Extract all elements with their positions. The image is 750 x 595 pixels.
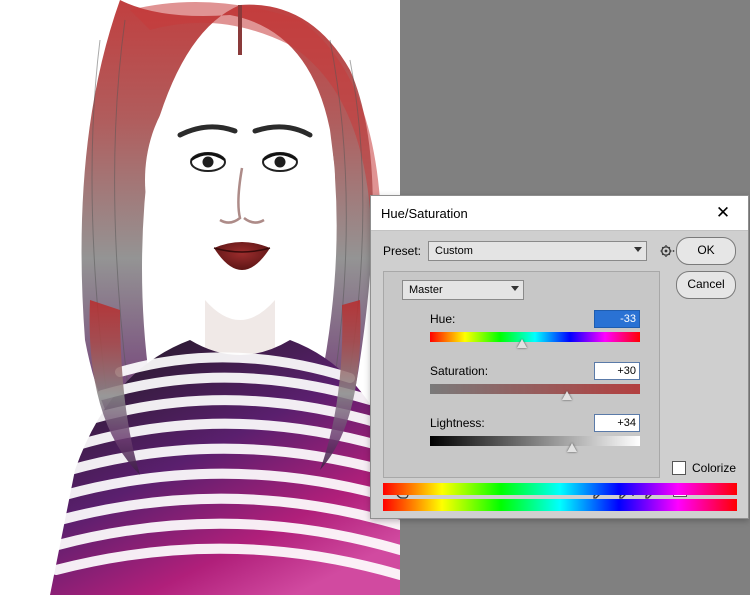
adjustment-panel: Master Hue: -33 Saturation: +30 Lightnes: [383, 271, 660, 478]
close-icon[interactable]: ✕: [708, 198, 738, 228]
colorize-checkbox[interactable]: [672, 461, 686, 475]
chevron-down-icon: [634, 247, 642, 252]
color-spectrum-strips: [383, 479, 737, 511]
dialog-title: Hue/Saturation: [381, 206, 708, 221]
dialog-titlebar[interactable]: Hue/Saturation ✕: [371, 196, 748, 231]
preset-label: Preset:: [383, 244, 428, 258]
spectrum-input[interactable]: [383, 483, 737, 495]
hue-saturation-dialog: Hue/Saturation ✕ Preset: Custom OK Cance…: [370, 195, 749, 519]
channel-select[interactable]: Master: [402, 280, 524, 300]
colorize-label: Colorize: [692, 461, 736, 475]
saturation-label: Saturation:: [430, 364, 488, 378]
lightness-label: Lightness:: [430, 416, 485, 430]
ok-button[interactable]: OK: [676, 237, 736, 265]
saturation-slider-track[interactable]: [430, 384, 640, 394]
spectrum-output[interactable]: [383, 499, 737, 511]
channel-value: Master: [409, 284, 443, 296]
preset-value: Custom: [435, 245, 473, 257]
preset-select[interactable]: Custom: [428, 241, 647, 261]
hue-label: Hue:: [430, 312, 455, 326]
hue-slider-track[interactable]: [430, 332, 640, 342]
preset-menu-icon[interactable]: [659, 242, 677, 260]
chevron-down-icon: [511, 286, 519, 291]
lightness-input[interactable]: +34: [594, 414, 640, 432]
document-canvas[interactable]: [0, 0, 400, 595]
artwork-portrait: [30, 0, 400, 595]
saturation-input[interactable]: +30: [594, 362, 640, 380]
lightness-slider-track[interactable]: [430, 436, 640, 446]
colorize-checkbox-row[interactable]: Colorize: [672, 461, 736, 475]
saturation-slider-thumb[interactable]: [562, 391, 572, 400]
lightness-slider-thumb[interactable]: [567, 443, 577, 452]
hue-slider-thumb[interactable]: [517, 339, 527, 348]
hue-input[interactable]: -33: [594, 310, 640, 328]
cancel-button[interactable]: Cancel: [676, 271, 736, 299]
